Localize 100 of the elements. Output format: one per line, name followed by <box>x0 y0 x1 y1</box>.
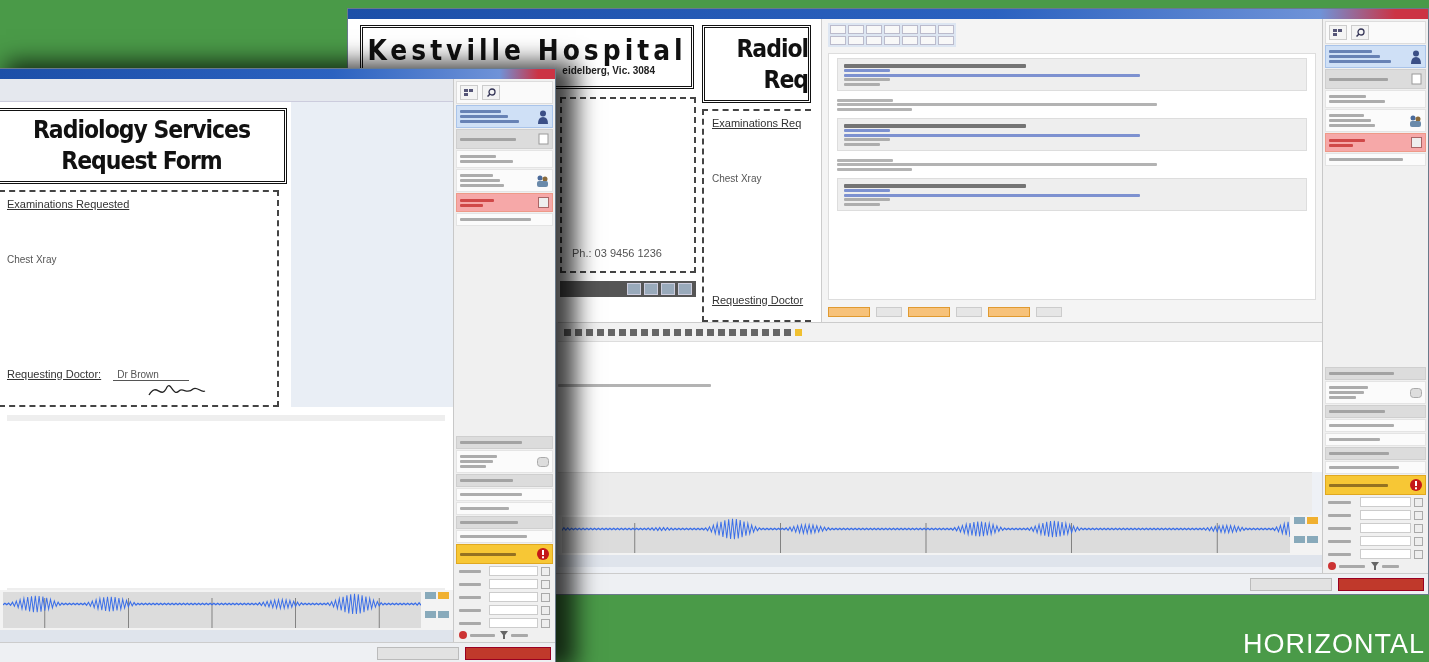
finish-button[interactable] <box>1338 577 1424 591</box>
blurred-text <box>1329 95 1367 98</box>
blurred-text <box>460 552 516 556</box>
alert-banner[interactable] <box>1325 475 1426 495</box>
toolbar-icon[interactable] <box>1329 25 1347 40</box>
exclamation-icon <box>537 548 549 560</box>
zoom-button[interactable] <box>678 283 692 295</box>
report-button[interactable] <box>988 307 1030 317</box>
zoom-button[interactable] <box>627 283 641 295</box>
pager-row[interactable] <box>456 502 553 515</box>
zoom-button[interactable] <box>661 283 675 295</box>
blurred-text <box>1381 564 1399 568</box>
blurred-text <box>460 441 523 444</box>
blurred-text <box>1339 564 1365 568</box>
toolbar-icon[interactable] <box>460 85 478 100</box>
blurred-text <box>459 569 481 573</box>
patient-card[interactable] <box>456 105 553 128</box>
field-label: Requesting Doctor <box>712 293 804 306</box>
blurred-text <box>460 110 501 113</box>
filter-tab[interactable] <box>902 25 918 34</box>
blurred-text <box>1329 438 1381 441</box>
blurred-text <box>1328 500 1351 504</box>
conditions-card[interactable] <box>456 193 553 212</box>
input-field[interactable] <box>1359 497 1411 507</box>
exam-item: Chest Xray <box>712 172 763 184</box>
record-icon <box>459 631 467 639</box>
input-field[interactable] <box>489 579 538 589</box>
prior-exam-card[interactable] <box>1325 381 1426 404</box>
input-field[interactable] <box>1359 549 1411 559</box>
filter-tab[interactable] <box>830 36 846 45</box>
report-button[interactable] <box>828 307 870 317</box>
input-field[interactable] <box>489 605 538 615</box>
blurred-text <box>460 155 496 158</box>
filter-tab[interactable] <box>938 25 954 34</box>
filter-tab[interactable] <box>938 36 954 45</box>
report-button[interactable] <box>956 307 982 317</box>
filter-tab[interactable] <box>884 25 900 34</box>
report-button[interactable] <box>876 307 902 317</box>
filter-tab[interactable] <box>848 36 864 45</box>
blurred-text <box>1329 55 1380 58</box>
blurred-text <box>1329 391 1365 394</box>
pager-row[interactable] <box>1325 433 1426 446</box>
zoom-button[interactable] <box>644 283 658 295</box>
blurred-text <box>460 160 514 163</box>
input-field[interactable] <box>1359 523 1411 533</box>
waveform-drawing[interactable] <box>3 592 421 628</box>
field-label: Requesting Doctor: <box>7 368 102 380</box>
filter-tab[interactable] <box>848 25 864 34</box>
blurred-text <box>1329 114 1364 117</box>
form-title: Radiol <box>736 33 809 65</box>
section-heading: Examinations Requested <box>7 197 131 210</box>
search-button[interactable] <box>1351 25 1369 40</box>
form-title: Req <box>763 63 809 96</box>
filter-tab[interactable] <box>902 36 918 45</box>
document-icon <box>537 456 549 467</box>
send-button[interactable] <box>1250 577 1332 591</box>
request-header[interactable] <box>1325 69 1426 89</box>
input-field[interactable] <box>489 592 538 602</box>
blurred-text <box>460 460 494 463</box>
comment-area[interactable] <box>558 472 1312 515</box>
note-icon <box>538 197 549 208</box>
request-header[interactable] <box>456 129 553 149</box>
blurred-text <box>1329 396 1357 399</box>
blurred-text <box>1329 410 1385 413</box>
blurred-text <box>459 595 481 599</box>
blurred-text <box>1329 483 1388 487</box>
filter-tab[interactable] <box>866 36 882 45</box>
report-editor[interactable] <box>558 342 1322 472</box>
people-icon <box>1409 114 1422 127</box>
finish-button[interactable] <box>465 646 551 660</box>
blurred-text <box>460 120 520 123</box>
blurred-text <box>460 115 509 118</box>
blurred-text <box>1329 452 1390 455</box>
waveform-drawing[interactable] <box>562 517 1290 553</box>
send-button[interactable] <box>377 646 459 660</box>
report-button[interactable] <box>908 307 950 317</box>
filter-tab[interactable] <box>866 25 882 34</box>
report-button[interactable] <box>1036 307 1062 317</box>
conditions-card[interactable] <box>1325 133 1426 152</box>
filter-tab[interactable] <box>920 25 936 34</box>
filter-tab[interactable] <box>830 25 846 34</box>
patient-card[interactable] <box>1325 45 1426 68</box>
blurred-text <box>460 535 527 538</box>
alert-banner[interactable] <box>456 544 553 564</box>
input-field[interactable] <box>1359 536 1411 546</box>
blurred-text <box>1328 539 1351 543</box>
blurred-text <box>1328 526 1351 530</box>
filter-tab[interactable] <box>884 36 900 45</box>
filter-tab[interactable] <box>920 36 936 45</box>
prior-exam-card[interactable] <box>456 450 553 473</box>
hospital-name: Kestville Hospital <box>367 34 687 67</box>
input-field[interactable] <box>489 618 538 628</box>
blurred-text <box>1329 124 1376 127</box>
blurred-text <box>460 179 501 182</box>
input-field[interactable] <box>1359 510 1411 520</box>
search-icon <box>486 88 496 97</box>
people-icon <box>536 174 549 187</box>
blurred-text <box>460 174 493 177</box>
search-button[interactable] <box>482 85 500 100</box>
input-field[interactable] <box>489 566 538 576</box>
